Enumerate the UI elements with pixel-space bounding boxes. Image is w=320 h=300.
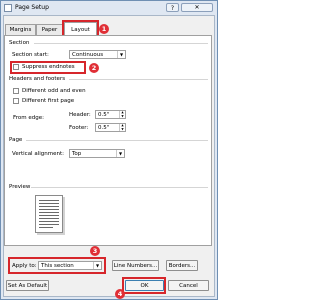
cancel-button[interactable]: Cancel [168,280,209,291]
page-heading: Page [9,137,23,143]
header-value: 0.5" [98,112,110,118]
vertical-alignment-select[interactable]: Top ▼ [69,149,125,158]
preview-line [39,218,59,219]
preview-line [39,224,59,225]
vertical-alignment-value: Top [72,151,82,157]
preview-line [39,221,59,222]
callout-4: 4 [115,289,125,299]
headers-footers-rule [69,79,208,80]
spinner-arrows-icon: ▲ ▼ [119,123,125,131]
help-button[interactable]: ? [166,3,179,12]
odd-even-label: Different odd and even [22,88,86,94]
section-start-value: Continuous [72,52,104,58]
apply-to-highlight [8,257,106,274]
section-start-select[interactable]: Continuous ▼ [69,50,126,59]
section-heading: Section [9,40,30,46]
app-icon [4,4,12,12]
chevron-down-icon: ▼ [117,51,125,58]
preview-line [39,200,59,201]
vertical-alignment-label: Vertical alignment: [12,151,64,157]
tab-paper[interactable]: Paper [36,24,63,35]
preview-line [39,215,59,216]
footer-spinner[interactable]: 0.5" ▲ ▼ [95,123,126,132]
callout-1: 1 [99,24,109,34]
footer-value: 0.5" [98,125,110,131]
preview-line [39,227,53,228]
section-rule [34,43,208,44]
page-rule [26,140,208,141]
headers-footers-heading: Headers and footers [9,76,66,82]
suppress-endnotes-highlight [10,61,86,74]
header-spinner[interactable]: 0.5" ▲ ▼ [95,110,126,119]
callout-3: 3 [90,246,100,256]
preview-line [39,203,59,204]
from-edge-label: From edge: [13,115,44,121]
footer-label: Footer: [69,125,89,131]
preview-rule [31,187,208,188]
window-title: Page Setup [15,4,49,11]
section-start-label: Section start: [12,52,49,58]
odd-even-checkbox[interactable] [13,88,19,94]
set-as-default-button[interactable]: Set As Default [6,280,49,291]
title-bar: Page Setup ? ✕ [1,1,217,15]
first-page-label: Different first page [22,98,75,104]
preview-line [39,209,59,210]
spinner-arrows-icon: ▲ ▼ [119,110,125,118]
close-button[interactable]: ✕ [181,3,213,12]
ok-highlight [122,277,166,294]
preview-line [39,206,59,207]
borders-button[interactable]: Borders... [166,260,198,271]
preview-heading: Preview [9,184,31,190]
callout-2: 2 [89,63,99,73]
tab-margins[interactable]: Margins [5,24,36,35]
header-label: Header: [69,112,91,118]
preview-line [39,212,59,213]
first-page-checkbox[interactable] [13,98,19,104]
line-numbers-button[interactable]: Line Numbers... [112,260,159,271]
chevron-down-icon: ▼ [116,150,124,157]
